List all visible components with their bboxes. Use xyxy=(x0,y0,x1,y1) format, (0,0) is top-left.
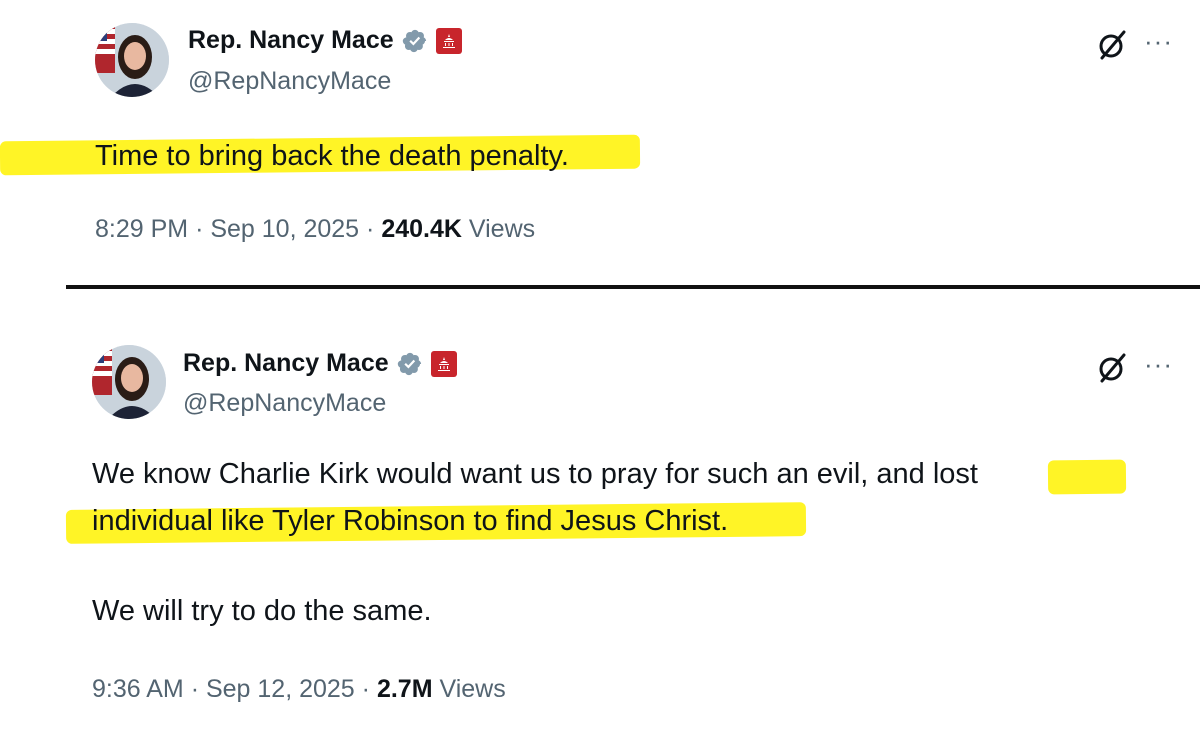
tweet-metadata: 9:36 AM · Sep 12, 2025 · 2.7M Views xyxy=(92,675,506,704)
meta-separator: · xyxy=(190,675,200,703)
grok-icon[interactable] xyxy=(1094,350,1130,386)
author-name-row: Rep. Nancy Mace xyxy=(183,349,457,378)
views-count[interactable]: 2.7M xyxy=(377,675,433,703)
tweet-text-line: We will try to do the same. xyxy=(92,595,432,627)
handle[interactable]: @RepNancyMace xyxy=(183,389,386,418)
verified-badge-icon[interactable] xyxy=(397,351,423,377)
tweet-card[interactable]: Rep. Nancy Mace @RepNancyMace ··· We kno… xyxy=(0,0,1200,703)
tweet-text-line: We know Charlie Kirk would want us to pr… xyxy=(92,458,978,490)
more-options-icon[interactable]: ··· xyxy=(1144,351,1173,377)
tweet-date[interactable]: Sep 12, 2025 xyxy=(206,675,355,703)
highlight-mark xyxy=(1047,459,1127,495)
government-affiliation-icon[interactable] xyxy=(430,350,457,377)
avatar[interactable] xyxy=(92,345,166,419)
meta-separator: · xyxy=(361,675,370,703)
tweet-text-line: individual like Tyler Robinson to find J… xyxy=(92,505,729,537)
tweet-time[interactable]: 9:36 AM xyxy=(92,675,184,703)
display-name[interactable]: Rep. Nancy Mace xyxy=(183,349,389,378)
views-label: Views xyxy=(439,675,506,703)
